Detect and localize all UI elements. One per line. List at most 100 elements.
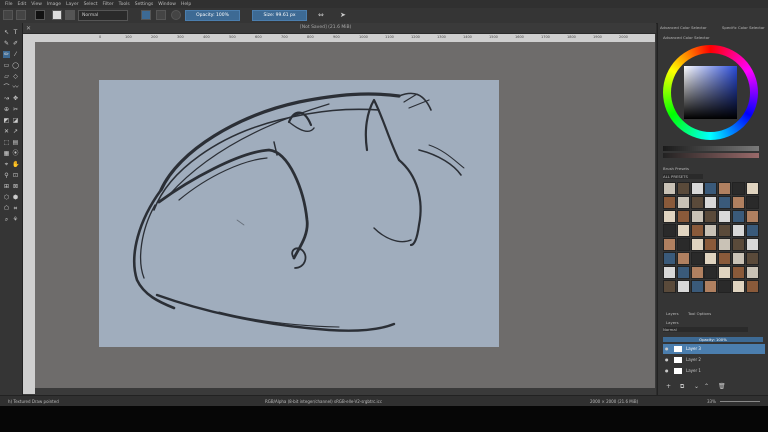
- tool-icon[interactable]: ⬚: [3, 139, 10, 146]
- brush-preset-tile[interactable]: [718, 196, 732, 209]
- gray-ramp[interactable]: [663, 146, 759, 151]
- tool-icon[interactable]: ⊡: [12, 172, 19, 179]
- tool-icon[interactable]: ✕: [3, 128, 10, 135]
- tool-icon[interactable]: ✥: [12, 95, 19, 102]
- brush-preset-tile[interactable]: [676, 280, 690, 293]
- menu-item-window[interactable]: Window: [158, 2, 176, 7]
- tool-icon[interactable]: ▭: [3, 62, 10, 69]
- brush-preset-tile[interactable]: [704, 182, 718, 195]
- brush-preset-tile[interactable]: [676, 266, 690, 279]
- zoom-slider[interactable]: [720, 401, 760, 402]
- brush-preset-tile[interactable]: [732, 238, 745, 251]
- brush-preset-tile[interactable]: [663, 196, 676, 209]
- tool-icon[interactable]: ⌕: [3, 216, 10, 223]
- brush-preset-tile[interactable]: [663, 238, 676, 251]
- brush-preset-tile[interactable]: [690, 238, 704, 251]
- brush-preset-tile[interactable]: [732, 224, 745, 237]
- mirror-vertical-icon[interactable]: ➤: [340, 10, 350, 20]
- brush-preset-tile[interactable]: [663, 224, 676, 237]
- tool-icon[interactable]: ⊠: [12, 183, 19, 190]
- blend-mode-select[interactable]: Normal: [78, 10, 128, 21]
- brush-preset-tile[interactable]: [676, 182, 690, 195]
- brush-preset-tile[interactable]: [676, 196, 690, 209]
- tab-advanced-color-selector[interactable]: Advanced Color Selector: [660, 25, 707, 30]
- foreground-color-swatch[interactable]: [35, 10, 45, 20]
- tool-icon[interactable]: ⊕: [3, 106, 10, 113]
- brush-preset-tile[interactable]: [718, 238, 732, 251]
- brush-preset-tile[interactable]: [745, 266, 759, 279]
- brush-preset-tile[interactable]: [745, 224, 759, 237]
- brush-preset-tile[interactable]: [690, 224, 704, 237]
- reload-preset-icon[interactable]: [171, 10, 181, 20]
- menu-item-tools[interactable]: Tools: [119, 2, 130, 7]
- brush-preset-tile[interactable]: [745, 280, 759, 293]
- brush-preset-tile[interactable]: [732, 210, 745, 223]
- tab-tool-options[interactable]: Tool Options: [688, 311, 711, 316]
- tab-layers[interactable]: Layers: [666, 311, 679, 316]
- brush-preset-tile[interactable]: [718, 252, 732, 265]
- tool-icon[interactable]: ⌖: [3, 161, 10, 168]
- zoom-label[interactable]: 33%: [707, 399, 716, 404]
- tool-icon[interactable]: 〰: [12, 84, 19, 91]
- menu-item-image[interactable]: Image: [47, 2, 61, 7]
- tool-icon[interactable]: ⌒: [3, 84, 10, 91]
- tool-icon[interactable]: ⁄: [12, 51, 19, 58]
- brush-preset-tile[interactable]: [704, 266, 718, 279]
- color-ramp[interactable]: [663, 153, 759, 158]
- brush-preset-tile[interactable]: [690, 280, 704, 293]
- new-document-icon[interactable]: [3, 10, 13, 20]
- brush-preset-tile[interactable]: [732, 266, 745, 279]
- brush-preset-tile[interactable]: [690, 182, 704, 195]
- brush-preset-tile[interactable]: [718, 266, 732, 279]
- layer-row[interactable]: ● Layer 2: [663, 355, 765, 365]
- close-tab-icon[interactable]: ✕: [26, 25, 31, 32]
- menu-item-view[interactable]: View: [31, 2, 42, 7]
- menu-item-file[interactable]: File: [5, 2, 13, 7]
- layer-blend-select[interactable]: Normal: [663, 327, 748, 332]
- move-layer-down-icon[interactable]: ⌄: [694, 383, 699, 390]
- layer-opacity-slider[interactable]: Opacity: 100%: [663, 337, 763, 342]
- brush-preset-tile[interactable]: [663, 252, 676, 265]
- brush-preset-tile[interactable]: [704, 224, 718, 237]
- tool-icon[interactable]: ✏: [3, 51, 10, 58]
- pattern-selector-icon[interactable]: [65, 10, 75, 20]
- tool-icon[interactable]: ⚘: [12, 216, 19, 223]
- size-slider[interactable]: Size: 99.61 px: [252, 10, 307, 21]
- layer-row[interactable]: ● Layer 1: [663, 366, 765, 376]
- visibility-eye-icon[interactable]: ●: [665, 355, 669, 365]
- tab-specific-color-selector[interactable]: Specific Color Selector: [722, 25, 765, 30]
- delete-layer-icon[interactable]: 🗑: [718, 383, 726, 390]
- brush-preset-tile[interactable]: [745, 238, 759, 251]
- brush-preset-tile[interactable]: [704, 210, 718, 223]
- tool-icon[interactable]: ✐: [12, 40, 19, 47]
- tool-icon[interactable]: ↖: [3, 29, 10, 36]
- color-picker-square[interactable]: [684, 66, 737, 119]
- menu-item-select[interactable]: Select: [84, 2, 98, 7]
- gradient-selector-icon[interactable]: [52, 10, 62, 20]
- tool-icon[interactable]: ◪: [12, 117, 19, 124]
- layer-row[interactable]: ● Layer 3: [663, 344, 765, 354]
- brush-preset-tile[interactable]: [718, 182, 732, 195]
- tool-icon[interactable]: ▦: [3, 150, 10, 157]
- brush-preset-tile[interactable]: [676, 252, 690, 265]
- move-layer-up-icon[interactable]: ⌃: [704, 383, 709, 390]
- brush-preset-tile[interactable]: [732, 280, 745, 293]
- tool-icon[interactable]: ⌗: [12, 205, 19, 212]
- tool-icon[interactable]: ◇: [12, 73, 19, 80]
- brush-preset-tile[interactable]: [718, 210, 732, 223]
- tool-icon[interactable]: ↝: [3, 95, 10, 102]
- brush-preset-tile[interactable]: [690, 196, 704, 209]
- mirror-horizontal-icon[interactable]: ⇔: [318, 10, 328, 20]
- tool-icon[interactable]: ⬢: [12, 194, 19, 201]
- brush-preset-tile[interactable]: [676, 210, 690, 223]
- visibility-eye-icon[interactable]: ●: [665, 344, 669, 354]
- tool-icon[interactable]: ⬡: [3, 194, 10, 201]
- brush-preset-tile[interactable]: [732, 196, 745, 209]
- tool-icon[interactable]: ✋: [12, 161, 19, 168]
- opacity-slider[interactable]: Opacity: 100%: [185, 10, 240, 21]
- visibility-eye-icon[interactable]: ●: [665, 366, 669, 376]
- brush-preset-tile[interactable]: [704, 238, 718, 251]
- brush-preset-tile[interactable]: [690, 266, 704, 279]
- horizontal-scrollbar[interactable]: [35, 388, 655, 395]
- preserve-alpha-icon[interactable]: [156, 10, 166, 20]
